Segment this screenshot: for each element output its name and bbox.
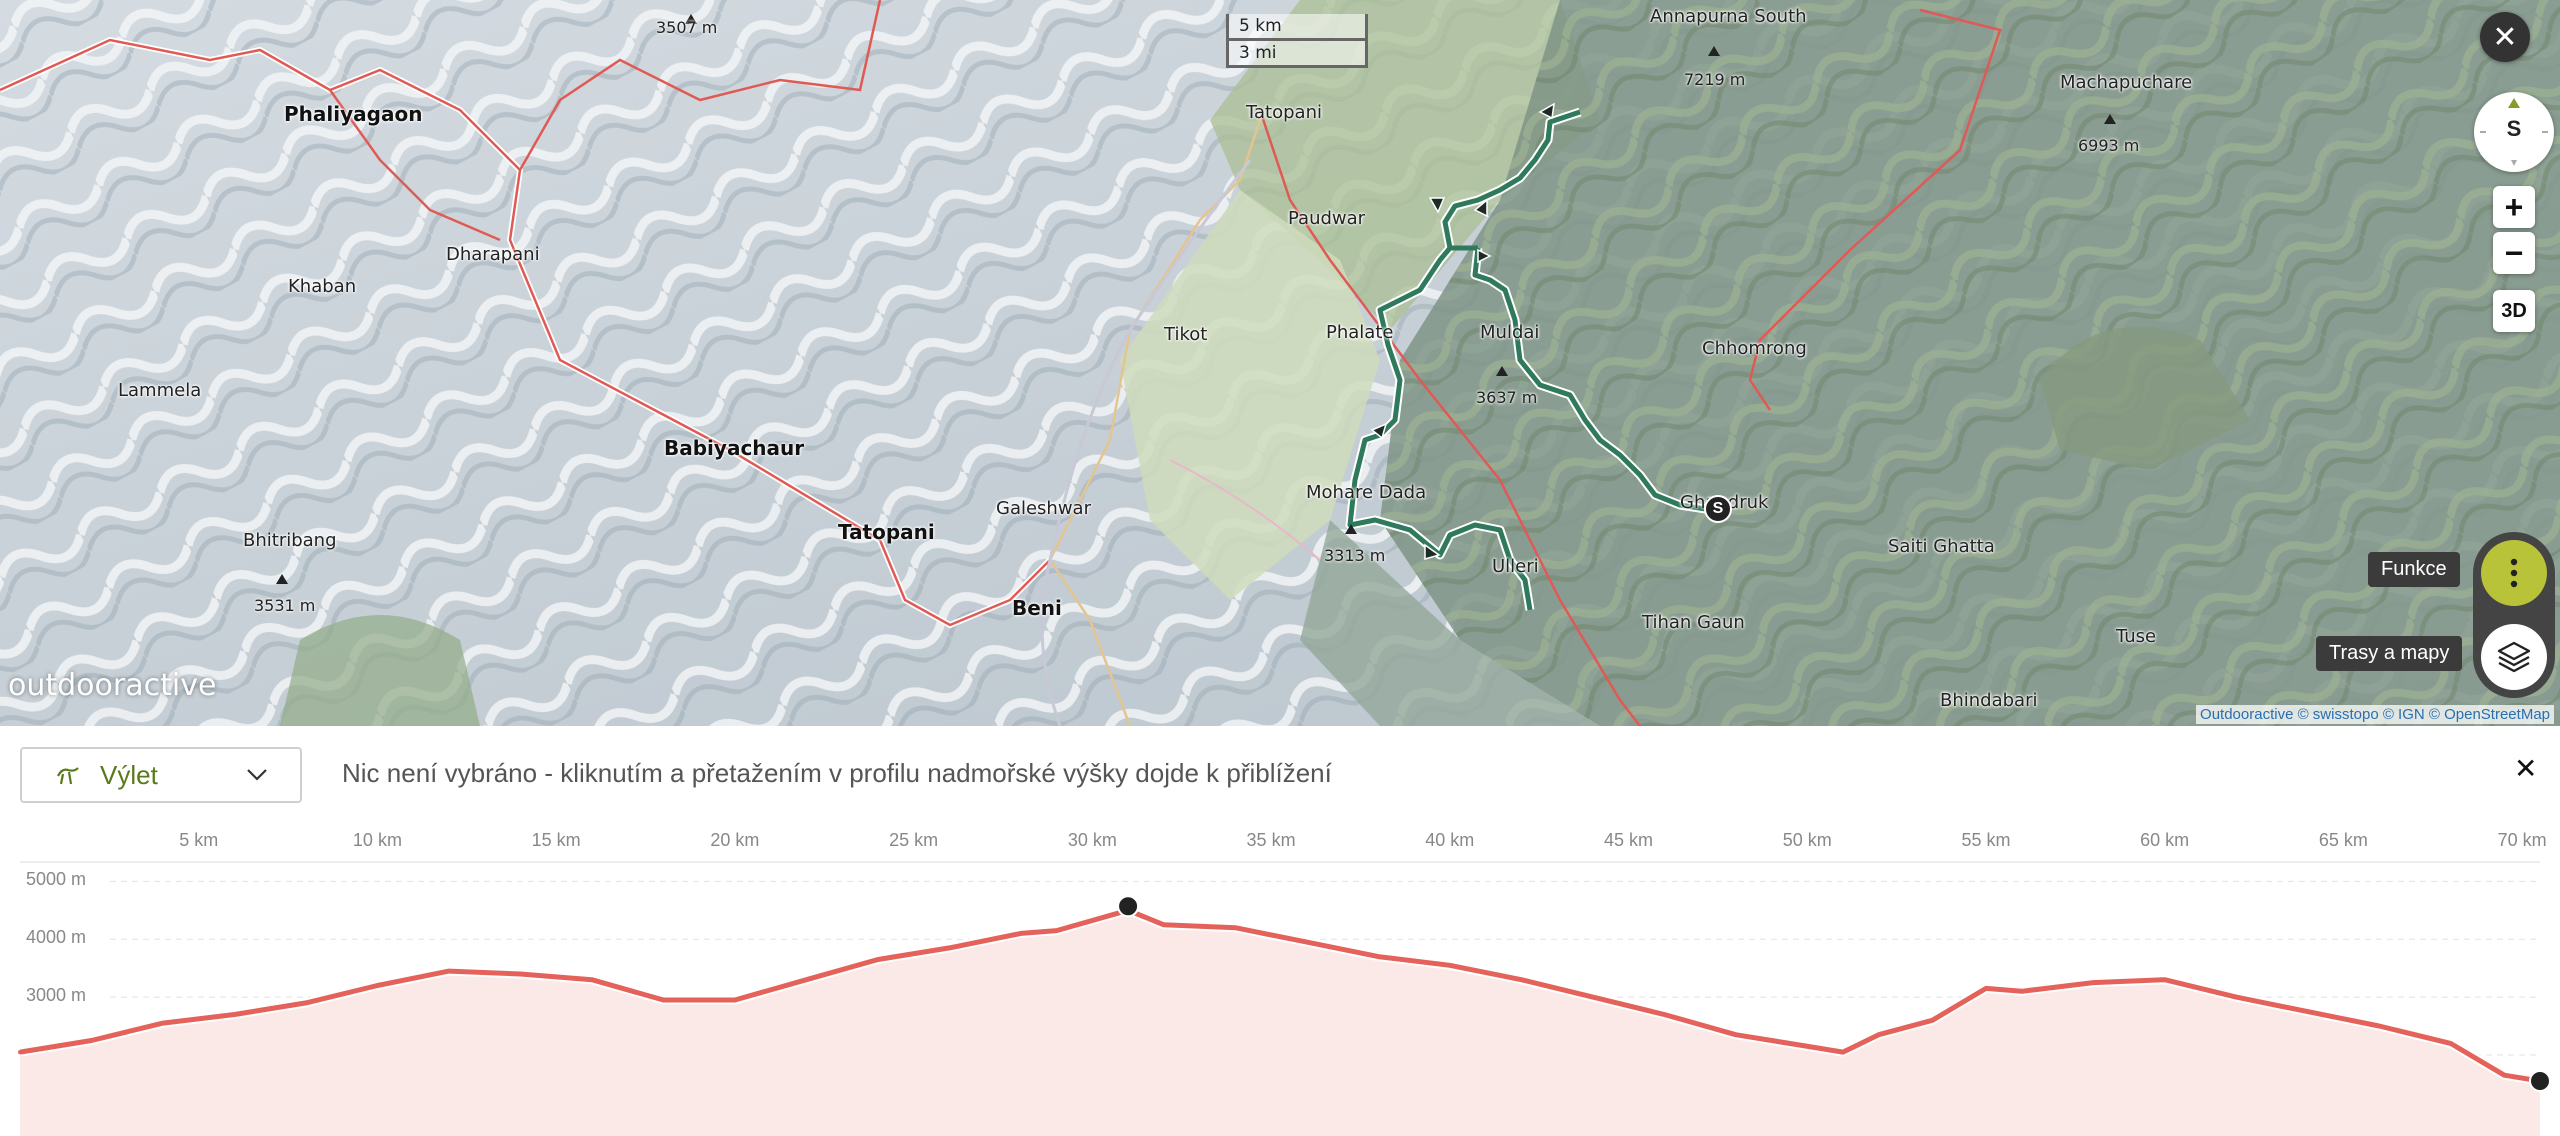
more-vertical-icon bbox=[2510, 558, 2518, 588]
elevation-point bbox=[1590, 995, 1595, 1000]
place-label: Ulleri bbox=[1492, 556, 1539, 577]
place-label: Beni bbox=[1012, 596, 1062, 620]
place-label: Bhitribang bbox=[243, 530, 337, 551]
map-attribution[interactable]: Outdooractive © swisstopo © IGN © OpenSt… bbox=[2196, 705, 2554, 724]
elevation-point bbox=[1930, 1018, 1935, 1023]
summit-marker[interactable] bbox=[1117, 895, 1140, 918]
elevation-point bbox=[2091, 980, 2096, 985]
elevation-point bbox=[160, 1021, 165, 1026]
place-label: Muldai bbox=[1480, 322, 1540, 343]
place-label: Chhomrong bbox=[1702, 338, 1807, 359]
place-label: Tatopani bbox=[838, 520, 935, 544]
zoom-out-button[interactable]: − bbox=[2493, 232, 2535, 274]
place-label: Machapuchare bbox=[2060, 72, 2193, 93]
elevation-point bbox=[2305, 1009, 2310, 1014]
place-label: Paudwar bbox=[1288, 208, 1366, 229]
place-label: Babiyachaur bbox=[664, 436, 805, 460]
place-label: Lammela bbox=[118, 380, 202, 401]
place-label: Saiti Ghatta bbox=[1888, 536, 1995, 557]
elevation-point bbox=[875, 957, 880, 962]
elevation-point bbox=[589, 977, 594, 982]
elevation-point bbox=[732, 998, 737, 1002]
place-label: Phaliyagaon bbox=[284, 102, 423, 126]
place-label: Tuse bbox=[2116, 626, 2157, 647]
elevation-point bbox=[232, 1012, 237, 1017]
place-label: Annapurna South bbox=[1650, 6, 1807, 27]
map-action-panel bbox=[2473, 532, 2555, 698]
peak-elevation: 3637 m bbox=[1476, 388, 1538, 407]
elevation-point bbox=[661, 998, 666, 1002]
elevation-chart[interactable] bbox=[0, 726, 2560, 1136]
scale-km: 5 km bbox=[1226, 14, 1368, 41]
compass-heading: S bbox=[2506, 116, 2522, 141]
end-marker[interactable] bbox=[2529, 1070, 2551, 1093]
elevation-point bbox=[1304, 940, 1309, 945]
elevation-point bbox=[375, 983, 380, 988]
elevation-point bbox=[1161, 922, 1166, 927]
3d-toggle-button[interactable]: 3D bbox=[2493, 290, 2535, 332]
route-start-marker[interactable]: S bbox=[1704, 495, 1732, 523]
elevation-point bbox=[1662, 1012, 1667, 1017]
elevation-point bbox=[947, 945, 952, 950]
elevation-point bbox=[1787, 1041, 1792, 1046]
elevation-point bbox=[303, 1000, 308, 1005]
elevation-point bbox=[2448, 1041, 2453, 1046]
elevation-point bbox=[1233, 925, 1238, 930]
elevation-point bbox=[2019, 989, 2024, 994]
functions-tooltip: Funkce bbox=[2368, 552, 2460, 587]
peak-elevation: 3507 m bbox=[656, 18, 718, 37]
compass-button[interactable]: S bbox=[2474, 92, 2554, 172]
place-label: Tatopani bbox=[1246, 102, 1322, 123]
elevation-point bbox=[1018, 931, 1023, 936]
elevation-point bbox=[1983, 986, 1988, 991]
place-label: Bhindabari bbox=[1940, 690, 2038, 711]
elevation-point bbox=[1054, 928, 1059, 933]
zoom-in-button[interactable]: + bbox=[2493, 186, 2535, 228]
elevation-area bbox=[20, 910, 2540, 1136]
place-label: Mohare Dada bbox=[1306, 482, 1427, 503]
elevation-point bbox=[446, 969, 451, 974]
place-label: Khaban bbox=[288, 276, 357, 297]
map-layers-button[interactable] bbox=[2481, 624, 2547, 690]
elevation-profile-panel: Výlet Nic není vybráno - kliknutím a pře… bbox=[0, 726, 2560, 1136]
elevation-point bbox=[18, 1050, 22, 1055]
elevation-point bbox=[1519, 977, 1524, 982]
elevation-point bbox=[804, 977, 809, 982]
elevation-point bbox=[1733, 1032, 1738, 1037]
close-map-button[interactable]: ✕ bbox=[2480, 12, 2530, 62]
elevation-point bbox=[2377, 1024, 2382, 1029]
elevation-point bbox=[1876, 1032, 1881, 1037]
elevation-point bbox=[2502, 1073, 2507, 1078]
layers-tooltip: Trasy a mapy bbox=[2316, 636, 2463, 671]
functions-button[interactable] bbox=[2481, 540, 2547, 606]
elevation-point bbox=[1447, 963, 1452, 968]
place-label: Galeshwar bbox=[996, 498, 1091, 519]
elevation-point bbox=[1840, 1050, 1845, 1055]
elevation-point bbox=[1376, 954, 1381, 959]
layers-icon bbox=[2497, 641, 2531, 673]
scale-bar: 5 km 3 mi bbox=[1226, 14, 1368, 68]
place-label: Phalate bbox=[1326, 322, 1394, 343]
elevation-point bbox=[518, 971, 523, 976]
place-label: Dharapani bbox=[446, 244, 540, 265]
brand-watermark: outdooractive bbox=[8, 668, 217, 703]
place-label: Tihan Gaun bbox=[1642, 612, 1745, 633]
peak-elevation: 3531 m bbox=[254, 596, 316, 615]
place-label: Tikot bbox=[1164, 324, 1208, 345]
elevation-point bbox=[2234, 995, 2239, 1000]
elevation-point bbox=[89, 1038, 94, 1043]
peak-elevation: 3313 m bbox=[1324, 546, 1386, 565]
peak-elevation: 6993 m bbox=[2078, 136, 2140, 155]
map-view[interactable]: 5 km 3 mi Phaliyagaon Dharapani Khaban L… bbox=[0, 0, 2560, 726]
scale-mi: 3 mi bbox=[1226, 41, 1368, 68]
elevation-point bbox=[2162, 977, 2167, 982]
peak-elevation: 7219 m bbox=[1684, 70, 1746, 89]
